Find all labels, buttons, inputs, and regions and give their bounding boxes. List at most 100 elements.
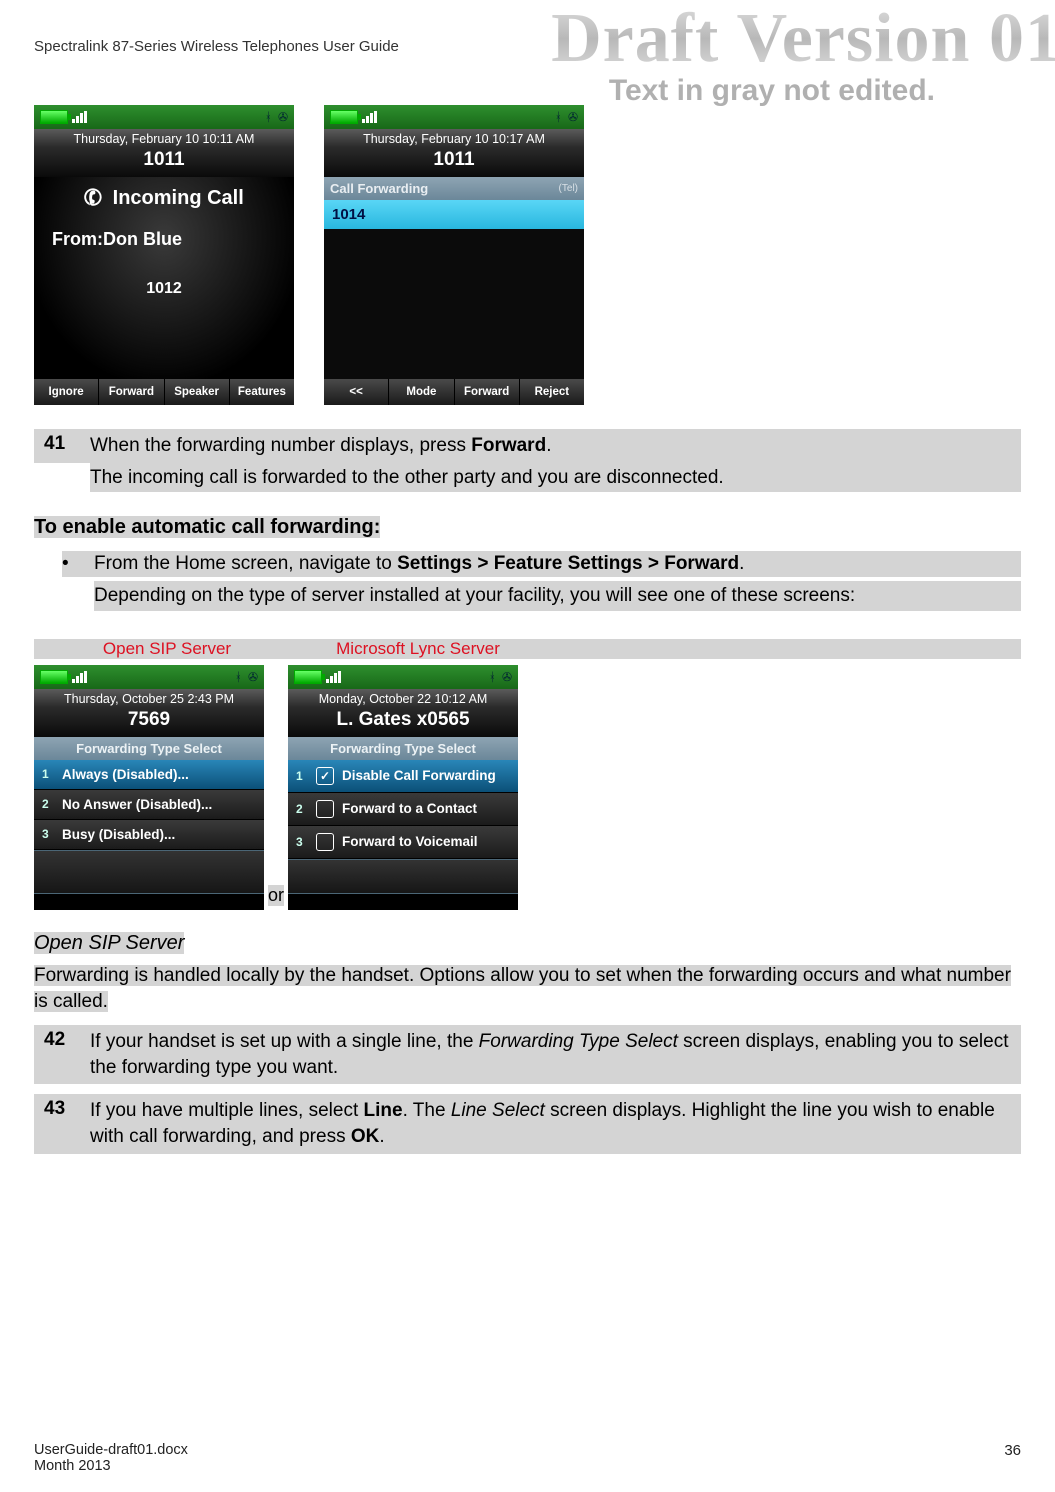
step-42-italic: Forwarding Type Select bbox=[479, 1031, 678, 1052]
caller-number: 1012 bbox=[146, 280, 182, 298]
page-number: 36 bbox=[1004, 1442, 1021, 1474]
status-bar: ᚼ ✇ bbox=[288, 665, 518, 689]
enable-bullet-sub: Depending on the type of server installe… bbox=[94, 581, 1021, 611]
step-41-forward-bold: Forward bbox=[471, 435, 546, 456]
bluetooth-icon: ᚼ bbox=[555, 110, 562, 124]
softkey-bar: Ignore Forward Speaker Features bbox=[34, 379, 294, 405]
phone-incoming-call: ᚼ ✇ Thursday, February 10 10:11 AM 1011 … bbox=[34, 105, 294, 405]
call-forwarding-title: Call Forwarding bbox=[330, 181, 428, 196]
status-bar: ᚼ ✇ bbox=[34, 665, 264, 689]
step-43-line-bold: Line bbox=[364, 1100, 403, 1121]
phone-screenshot-row-2: ᚼ ✇ Thursday, October 25 2:43 PM 7569 Fo… bbox=[34, 665, 1021, 910]
menu-index: 3 bbox=[42, 827, 54, 841]
battery-icon bbox=[294, 670, 322, 684]
menu-index: 3 bbox=[296, 835, 308, 849]
phone-call-forwarding: ᚼ ✇ Thursday, February 10 10:17 AM 1011 … bbox=[324, 105, 584, 405]
step-41: 41 When the forwarding number displays, … bbox=[34, 429, 1021, 463]
caller-from-label: From:Don Blue bbox=[52, 229, 182, 250]
battery-icon bbox=[40, 670, 68, 684]
datetime-label: Monday, October 22 10:12 AM bbox=[288, 689, 518, 707]
status-bar: ᚼ ✇ bbox=[324, 105, 584, 129]
checkbox-unchecked-icon bbox=[316, 800, 334, 818]
datetime-label: Thursday, February 10 10:11 AM bbox=[34, 129, 294, 147]
menu-row-busy[interactable]: 3 Busy (Disabled)... bbox=[34, 820, 264, 850]
open-sip-paragraph: Forwarding is handled locally by the han… bbox=[34, 965, 1011, 1012]
menu-row-forward-voicemail[interactable]: 3 Forward to Voicemail bbox=[288, 826, 518, 859]
headset-icon: ✇ bbox=[502, 670, 512, 684]
step-number: 41 bbox=[44, 433, 72, 459]
menu-row-forward-contact[interactable]: 2 Forward to a Contact bbox=[288, 793, 518, 826]
softkey-speaker[interactable]: Speaker bbox=[165, 379, 230, 405]
or-separator: or bbox=[268, 885, 284, 906]
menu-label: Always (Disabled)... bbox=[62, 767, 189, 782]
enable-bullet: • From the Home screen, navigate to Sett… bbox=[62, 551, 1021, 577]
extension-label: 1011 bbox=[324, 147, 584, 177]
phone-lync: ᚼ ✇ Monday, October 22 10:12 AM L. Gates… bbox=[288, 665, 518, 910]
step-number: 42 bbox=[44, 1029, 72, 1080]
enable-bullet-c: . bbox=[739, 553, 744, 574]
status-bar: ᚼ ✇ bbox=[34, 105, 294, 129]
softkey-back[interactable]: << bbox=[324, 379, 389, 405]
menu-index: 1 bbox=[296, 769, 308, 783]
softkey-reject[interactable]: Reject bbox=[520, 379, 584, 405]
bullet-icon: • bbox=[62, 551, 74, 577]
step-43-a: If you have multiple lines, select bbox=[90, 1100, 364, 1121]
footer-doc-name: UserGuide-draft01.docx bbox=[34, 1442, 188, 1458]
checkbox-checked-icon bbox=[316, 767, 334, 785]
menu-index: 2 bbox=[42, 797, 54, 811]
menu-row-disable-cf[interactable]: 1 Disable Call Forwarding bbox=[288, 760, 518, 793]
enable-bullet-a: From the Home screen, navigate to bbox=[94, 553, 397, 574]
step-43-italic: Line Select bbox=[451, 1100, 545, 1121]
headset-icon: ✇ bbox=[278, 110, 288, 124]
menu-row-no-answer[interactable]: 2 No Answer (Disabled)... bbox=[34, 790, 264, 820]
menu-index: 1 bbox=[42, 767, 54, 781]
battery-icon bbox=[330, 110, 358, 124]
softkey-forward[interactable]: Forward bbox=[455, 379, 520, 405]
handset-icon: ✆ bbox=[80, 183, 106, 214]
step-43-ok-bold: OK bbox=[351, 1126, 380, 1147]
enable-bullet-path: Settings > Feature Settings > Forward bbox=[397, 553, 739, 574]
datetime-label: Thursday, October 25 2:43 PM bbox=[34, 689, 264, 707]
forwarding-type-select-header: Forwarding Type Select bbox=[34, 737, 264, 760]
incoming-call-label: Incoming Call bbox=[113, 187, 244, 210]
menu-row-always[interactable]: 1 Always (Disabled)... bbox=[34, 760, 264, 790]
battery-icon bbox=[40, 110, 68, 124]
extension-label: L. Gates x0565 bbox=[288, 707, 518, 737]
softkey-features[interactable]: Features bbox=[230, 379, 294, 405]
label-open-sip: Open SIP Server bbox=[34, 639, 300, 659]
signal-icon bbox=[72, 671, 87, 683]
extension-label: 7569 bbox=[34, 707, 264, 737]
signal-icon bbox=[326, 671, 341, 683]
softkey-forward[interactable]: Forward bbox=[99, 379, 164, 405]
menu-label: No Answer (Disabled)... bbox=[62, 797, 212, 812]
menu-label: Forward to a Contact bbox=[342, 801, 477, 816]
menu-label: Disable Call Forwarding bbox=[342, 768, 496, 783]
signal-icon bbox=[72, 111, 87, 123]
forwarding-type-select-header: Forwarding Type Select bbox=[288, 737, 518, 760]
checkbox-unchecked-icon bbox=[316, 833, 334, 851]
label-lync: Microsoft Lync Server bbox=[300, 639, 536, 659]
extension-label: 1011 bbox=[34, 147, 294, 177]
softkey-bar: << Mode Forward Reject bbox=[324, 379, 584, 405]
step-41-subtext: The incoming call is forwarded to the ot… bbox=[90, 463, 1021, 493]
datetime-label: Thursday, February 10 10:17 AM bbox=[324, 129, 584, 147]
open-sip-heading: Open SIP Server bbox=[34, 932, 184, 954]
step-number: 43 bbox=[44, 1098, 72, 1149]
step-43: 43 If you have multiple lines, select Li… bbox=[34, 1094, 1021, 1153]
server-labels-row: Open SIP Server Microsoft Lync Server bbox=[34, 639, 1021, 659]
headset-icon: ✇ bbox=[248, 670, 258, 684]
step-42-a: If your handset is set up with a single … bbox=[90, 1031, 479, 1052]
page-footer: UserGuide-draft01.docx Month 2013 36 bbox=[34, 1442, 1021, 1474]
step-43-g: . bbox=[379, 1126, 384, 1147]
forward-number-input[interactable]: 1014 bbox=[324, 200, 584, 229]
phone-open-sip: ᚼ ✇ Thursday, October 25 2:43 PM 7569 Fo… bbox=[34, 665, 264, 910]
footer-date: Month 2013 bbox=[34, 1458, 188, 1474]
softkey-ignore[interactable]: Ignore bbox=[34, 379, 99, 405]
step-43-c: . The bbox=[403, 1100, 451, 1121]
watermark-subtitle: Text in gray not edited. bbox=[609, 74, 935, 108]
softkey-mode[interactable]: Mode bbox=[389, 379, 454, 405]
bluetooth-icon: ᚼ bbox=[235, 670, 242, 684]
enable-auto-forward-heading: To enable automatic call forwarding: bbox=[34, 516, 380, 538]
signal-icon bbox=[362, 111, 377, 123]
step-42: 42 If your handset is set up with a sing… bbox=[34, 1025, 1021, 1084]
